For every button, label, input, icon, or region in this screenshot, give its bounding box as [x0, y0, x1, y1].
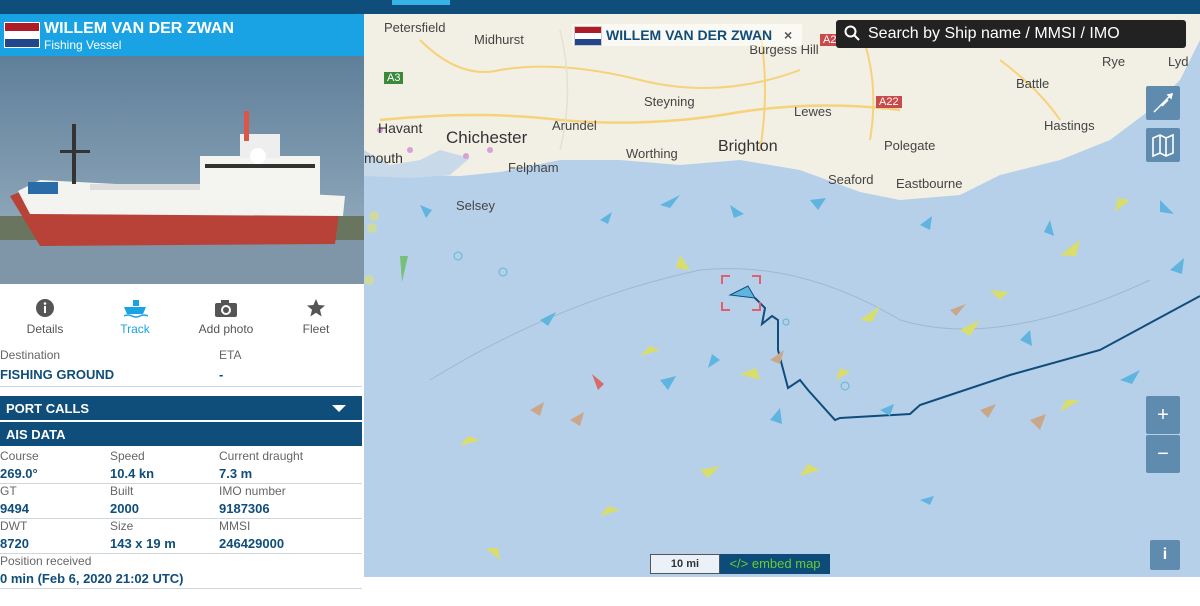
- place-label: Worthing: [626, 146, 678, 161]
- vessel-type: Fishing Vessel: [44, 38, 122, 52]
- mmsi-label: MMSI: [219, 519, 251, 533]
- tab-track[interactable]: Track: [95, 294, 175, 336]
- ship-track-icon: [95, 298, 175, 320]
- course-label: Course: [0, 449, 39, 463]
- eta-value: -: [219, 367, 224, 382]
- divider: [0, 386, 362, 387]
- destination-value: FISHING GROUND: [0, 367, 115, 382]
- position-received-label: Position received: [0, 554, 92, 568]
- speed-value: 10.4 kn: [110, 466, 155, 481]
- divider: [0, 518, 362, 519]
- search-icon: [844, 25, 860, 45]
- imo-value: 9187306: [219, 501, 270, 516]
- draught-value: 7.3 m: [219, 466, 253, 481]
- divider: [0, 483, 362, 484]
- map-layers-button[interactable]: [1146, 128, 1180, 162]
- place-label: mouth: [364, 150, 403, 166]
- tab-label: Details: [26, 322, 64, 336]
- tab-label: Track: [120, 322, 150, 336]
- vessel-header: WILLEM VAN DER ZWAN Fishing Vessel: [0, 14, 364, 56]
- search-input[interactable]: [866, 22, 1182, 46]
- size-label: Size: [110, 519, 134, 533]
- course-value: 269.0°: [0, 466, 38, 481]
- dwt-value: 8720: [0, 536, 29, 551]
- scale-bar: 10 mi: [650, 554, 720, 574]
- close-icon[interactable]: ×: [784, 27, 792, 43]
- map-icon: [1152, 133, 1174, 158]
- section-title: PORT CALLS: [6, 401, 90, 416]
- tab-details[interactable]: Details: [5, 294, 85, 336]
- built-value: 2000: [110, 501, 139, 516]
- place-label: Selsey: [456, 198, 496, 213]
- tab-fleet[interactable]: Fleet: [276, 294, 356, 336]
- place-label: Seaford: [828, 172, 874, 187]
- section-title: AIS DATA: [6, 427, 66, 442]
- vessel-name: WILLEM VAN DER ZWAN: [44, 20, 234, 37]
- place-label: Arundel: [552, 118, 597, 133]
- place-label: Chichester: [446, 128, 528, 147]
- place-label: Rye: [1102, 54, 1126, 69]
- info-icon: [5, 298, 85, 320]
- vessel-search[interactable]: [836, 20, 1186, 48]
- road-shield: A3: [384, 72, 404, 84]
- eta-label: ETA: [219, 348, 242, 362]
- selected-vessel-name: WILLEM VAN DER ZWAN: [606, 27, 773, 43]
- place-label: Lyd: [1168, 54, 1189, 69]
- place-label: Eastbourne: [896, 176, 963, 191]
- active-nav-indicator: [392, 0, 450, 5]
- vessel-photo[interactable]: [0, 56, 364, 284]
- tab-label: Fleet: [302, 322, 330, 336]
- chevron-down-icon: [332, 405, 346, 412]
- place-label: Havant: [378, 120, 423, 136]
- netherlands-flag-icon: [4, 22, 40, 48]
- netherlands-flag-icon: [574, 26, 602, 46]
- road-shield: A22: [876, 96, 902, 108]
- measure-tool-button[interactable]: [1146, 86, 1180, 120]
- port-calls-section[interactable]: PORT CALLS: [0, 396, 362, 420]
- gt-value: 9494: [0, 501, 29, 516]
- top-nav-bar: ​: [0, 0, 1200, 14]
- info-button[interactable]: i: [1150, 540, 1180, 570]
- place-label: Steyning: [644, 94, 695, 109]
- place-label: Felpham: [508, 160, 559, 175]
- position-received-value: 0 min (Feb 6, 2020 21:02 UTC): [0, 571, 184, 586]
- speed-label: Speed: [110, 449, 145, 463]
- place-label: Battle: [1016, 76, 1050, 91]
- map-canvas[interactable]: Petersfield Midhurst Burgess Hill Battle…: [364, 14, 1200, 577]
- vessel-sidebar: WILLEM VAN DER ZWAN Fishing Vessel Detai…: [0, 14, 365, 606]
- map-footer: [364, 577, 1200, 606]
- divider: [0, 588, 362, 589]
- size-value: 143 x 19 m: [110, 536, 176, 551]
- selected-vessel-chip[interactable]: WILLEM VAN DER ZWAN ×: [572, 24, 802, 46]
- place-label: Petersfield: [384, 20, 446, 35]
- tab-add-photo[interactable]: Add photo: [186, 294, 266, 336]
- place-label: Hastings: [1044, 118, 1095, 133]
- imo-label: IMO number: [219, 484, 286, 498]
- gt-label: GT: [0, 484, 17, 498]
- dwt-label: DWT: [0, 519, 28, 533]
- destination-label: Destination: [0, 348, 61, 362]
- place-label: Lewes: [794, 104, 832, 119]
- place-label: Midhurst: [474, 32, 524, 47]
- zoom-in-button[interactable]: +: [1146, 396, 1180, 434]
- embed-map-button[interactable]: </> embed map: [720, 554, 830, 574]
- built-label: Built: [110, 484, 134, 498]
- place-label: Polegate: [884, 138, 936, 153]
- mmsi-value: 246429000: [219, 536, 285, 551]
- map-scale: 10 mi </> embed map: [650, 554, 830, 574]
- place-label: Brighton: [718, 138, 778, 155]
- vessel-tabs: Details Track Add photo Fleet: [0, 294, 364, 344]
- draught-label: Current draught: [219, 449, 304, 463]
- camera-icon: [186, 298, 266, 320]
- tab-label: Add photo: [198, 322, 254, 336]
- compass-icon: [1153, 92, 1174, 113]
- zoom-out-button[interactable]: −: [1146, 435, 1180, 473]
- star-icon: [276, 298, 356, 320]
- ais-data-section[interactable]: AIS DATA: [0, 422, 362, 446]
